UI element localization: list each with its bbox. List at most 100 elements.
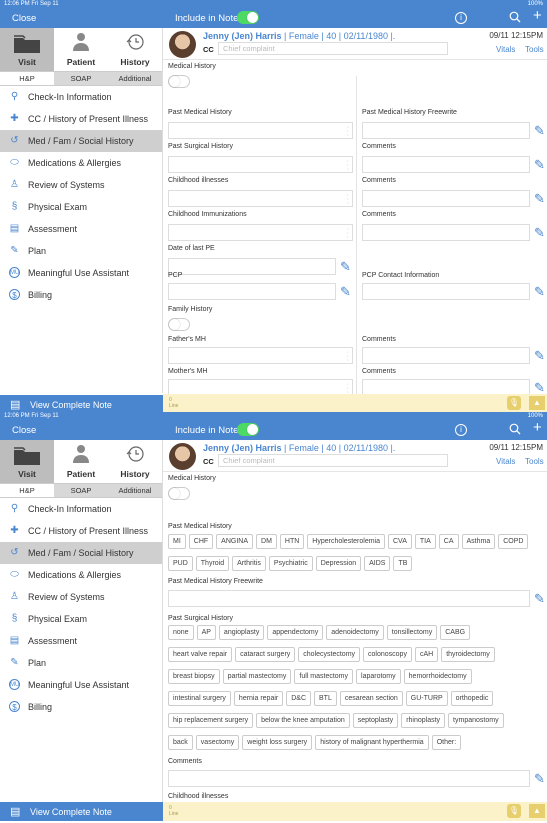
- tab-history[interactable]: History: [108, 28, 162, 71]
- view-complete-note-button[interactable]: ▤ View Complete Note: [0, 395, 163, 412]
- sidebar-item-assessment[interactable]: ▤ Assessment: [0, 630, 162, 652]
- medical-history-toggle[interactable]: [168, 75, 190, 88]
- option-chip[interactable]: orthopedic: [450, 691, 494, 706]
- sidebar-item-cc-hpi[interactable]: ✚ CC / History of Present Illness: [0, 520, 162, 542]
- sidebar-item-medications[interactable]: ⬭ Medications & Allergies: [0, 564, 162, 586]
- option-chip[interactable]: DM: [256, 534, 277, 549]
- option-chip[interactable]: HTN: [279, 534, 305, 549]
- psh-comments-input[interactable]: [362, 156, 530, 173]
- sidebar-item-med-fam-social[interactable]: ↺ Med / Fam / Social History: [0, 130, 162, 152]
- tab-visit[interactable]: Visit: [0, 28, 54, 71]
- option-chip[interactable]: hernia repair: [233, 691, 284, 706]
- pcp-input[interactable]: [168, 283, 336, 300]
- childhood-illnesses-input[interactable]: · · ·: [168, 190, 353, 207]
- option-chip[interactable]: MI: [168, 534, 186, 549]
- option-chip[interactable]: laparotomy: [356, 669, 401, 684]
- option-chip[interactable]: angioplasty: [218, 625, 265, 640]
- option-chip[interactable]: tympanostomy: [448, 713, 504, 728]
- edit-pencil-icon[interactable]: ✎: [534, 158, 545, 171]
- option-chip[interactable]: TB: [393, 556, 413, 571]
- sidebar-item-billing[interactable]: $ Billing: [0, 696, 162, 718]
- fathers-mh-input[interactable]: · · ·: [168, 347, 353, 364]
- option-chip[interactable]: Psychiatric: [268, 556, 313, 571]
- option-chip[interactable]: Hypercholesterolemia: [307, 534, 385, 549]
- pcp-contact-input[interactable]: [362, 283, 530, 300]
- patient-name-line[interactable]: Jenny (Jen) Harris | Female | 40 | 02/11…: [203, 31, 395, 41]
- sidebar-item-plan[interactable]: ✎ Plan: [0, 652, 162, 674]
- sidebar-item-plan[interactable]: ✎ Plan: [0, 240, 162, 262]
- sidebar-item-mu-assistant[interactable]: MU Meaningful Use Assistant: [0, 262, 162, 284]
- add-icon[interactable]: +: [533, 420, 542, 435]
- option-chip[interactable]: cesarean section: [339, 691, 403, 706]
- option-chip[interactable]: D&C: [286, 691, 312, 706]
- option-chip[interactable]: tonsillectomy: [386, 625, 438, 640]
- sidebar-item-check-in[interactable]: ⚲ Check-In Information: [0, 498, 162, 520]
- option-chip[interactable]: CVA: [388, 534, 412, 549]
- pmh-freewrite-input[interactable]: [362, 122, 530, 139]
- edit-pencil-icon[interactable]: ✎: [340, 285, 351, 298]
- edit-pencil-icon[interactable]: ✎: [534, 285, 545, 298]
- tab-additional[interactable]: Additional: [108, 484, 162, 497]
- microphone-icon[interactable]: 🎙: [507, 396, 521, 410]
- tab-history[interactable]: History: [108, 440, 162, 483]
- option-chip[interactable]: CABG: [440, 625, 471, 640]
- edit-pencil-icon[interactable]: ✎: [534, 381, 545, 394]
- chief-complaint-input[interactable]: Chief complaint: [218, 42, 448, 55]
- option-chip[interactable]: colonoscopy: [363, 647, 412, 662]
- option-chip[interactable]: breast biopsy: [168, 669, 220, 684]
- edit-pencil-icon[interactable]: ✎: [534, 349, 545, 362]
- edit-pencil-icon[interactable]: ✎: [534, 124, 545, 137]
- option-chip[interactable]: partial mastectomy: [222, 669, 292, 684]
- sidebar-item-check-in[interactable]: ⚲ Check-In Information: [0, 86, 162, 108]
- option-chip[interactable]: heart valve repair: [168, 647, 233, 662]
- tab-hp[interactable]: H&P: [0, 72, 54, 85]
- tools-link[interactable]: Tools: [525, 45, 544, 54]
- sidebar-item-physical-exam[interactable]: § Physical Exam: [0, 196, 162, 218]
- include-in-note-toggle[interactable]: [237, 11, 259, 24]
- option-chip[interactable]: PUD: [168, 556, 193, 571]
- option-chip[interactable]: TIA: [414, 534, 436, 549]
- close-button[interactable]: Close: [12, 13, 36, 24]
- tab-patient[interactable]: Patient: [54, 440, 108, 483]
- psh-comments-input[interactable]: [168, 770, 530, 787]
- option-chip[interactable]: CHF: [188, 534, 214, 549]
- tab-soap[interactable]: SOAP: [54, 484, 108, 497]
- edit-pencil-icon[interactable]: ✎: [534, 192, 545, 205]
- sidebar-item-cc-hpi[interactable]: ✚ CC / History of Present Illness: [0, 108, 162, 130]
- sidebar-item-billing[interactable]: $ Billing: [0, 284, 162, 306]
- immunizations-comments-input[interactable]: [362, 224, 530, 241]
- pmh-input[interactable]: · · ·: [168, 122, 353, 139]
- include-in-note-toggle[interactable]: [237, 423, 259, 436]
- tab-additional[interactable]: Additional: [108, 72, 162, 85]
- option-chip[interactable]: CA: [438, 534, 459, 549]
- option-chip[interactable]: Other:: [431, 735, 462, 750]
- chief-complaint-input[interactable]: Chief complaint: [218, 454, 448, 467]
- option-chip[interactable]: BTL: [314, 691, 337, 706]
- sidebar-item-medications[interactable]: ⬭ Medications & Allergies: [0, 152, 162, 174]
- option-chip[interactable]: rhinoplasty: [401, 713, 446, 728]
- option-chip[interactable]: history of malignant hyperthermia: [315, 735, 429, 750]
- edit-pencil-icon[interactable]: ✎: [534, 772, 545, 785]
- option-chip[interactable]: appendectomy: [267, 625, 324, 640]
- option-chip[interactable]: none: [168, 625, 194, 640]
- option-chip[interactable]: Thyroid: [195, 556, 230, 571]
- sidebar-item-physical-exam[interactable]: § Physical Exam: [0, 608, 162, 630]
- childhood-illnesses-comments-input[interactable]: [362, 190, 530, 207]
- patient-name-line[interactable]: Jenny (Jen) Harris | Female | 40 | 02/11…: [203, 443, 395, 453]
- option-chip[interactable]: Arthritis: [232, 556, 266, 571]
- edit-pencil-icon[interactable]: ✎: [534, 226, 545, 239]
- close-button[interactable]: Close: [12, 425, 36, 436]
- option-chip[interactable]: intestinal surgery: [168, 691, 231, 706]
- edit-pencil-icon[interactable]: ✎: [340, 260, 351, 273]
- sidebar-item-assessment[interactable]: ▤ Assessment: [0, 218, 162, 240]
- option-chip[interactable]: hip replacement surgery: [168, 713, 254, 728]
- search-icon[interactable]: [509, 423, 521, 438]
- date-last-pe-input[interactable]: [168, 258, 336, 275]
- option-chip[interactable]: septoplasty: [352, 713, 399, 728]
- sidebar-item-ros[interactable]: ♙ Review of Systems: [0, 586, 162, 608]
- childhood-immunizations-input[interactable]: · · ·: [168, 224, 353, 241]
- option-chip[interactable]: thyroidectomy: [441, 647, 495, 662]
- search-icon[interactable]: [509, 11, 521, 26]
- sidebar-item-med-fam-social[interactable]: ↺ Med / Fam / Social History: [0, 542, 162, 564]
- tab-patient[interactable]: Patient: [54, 28, 108, 71]
